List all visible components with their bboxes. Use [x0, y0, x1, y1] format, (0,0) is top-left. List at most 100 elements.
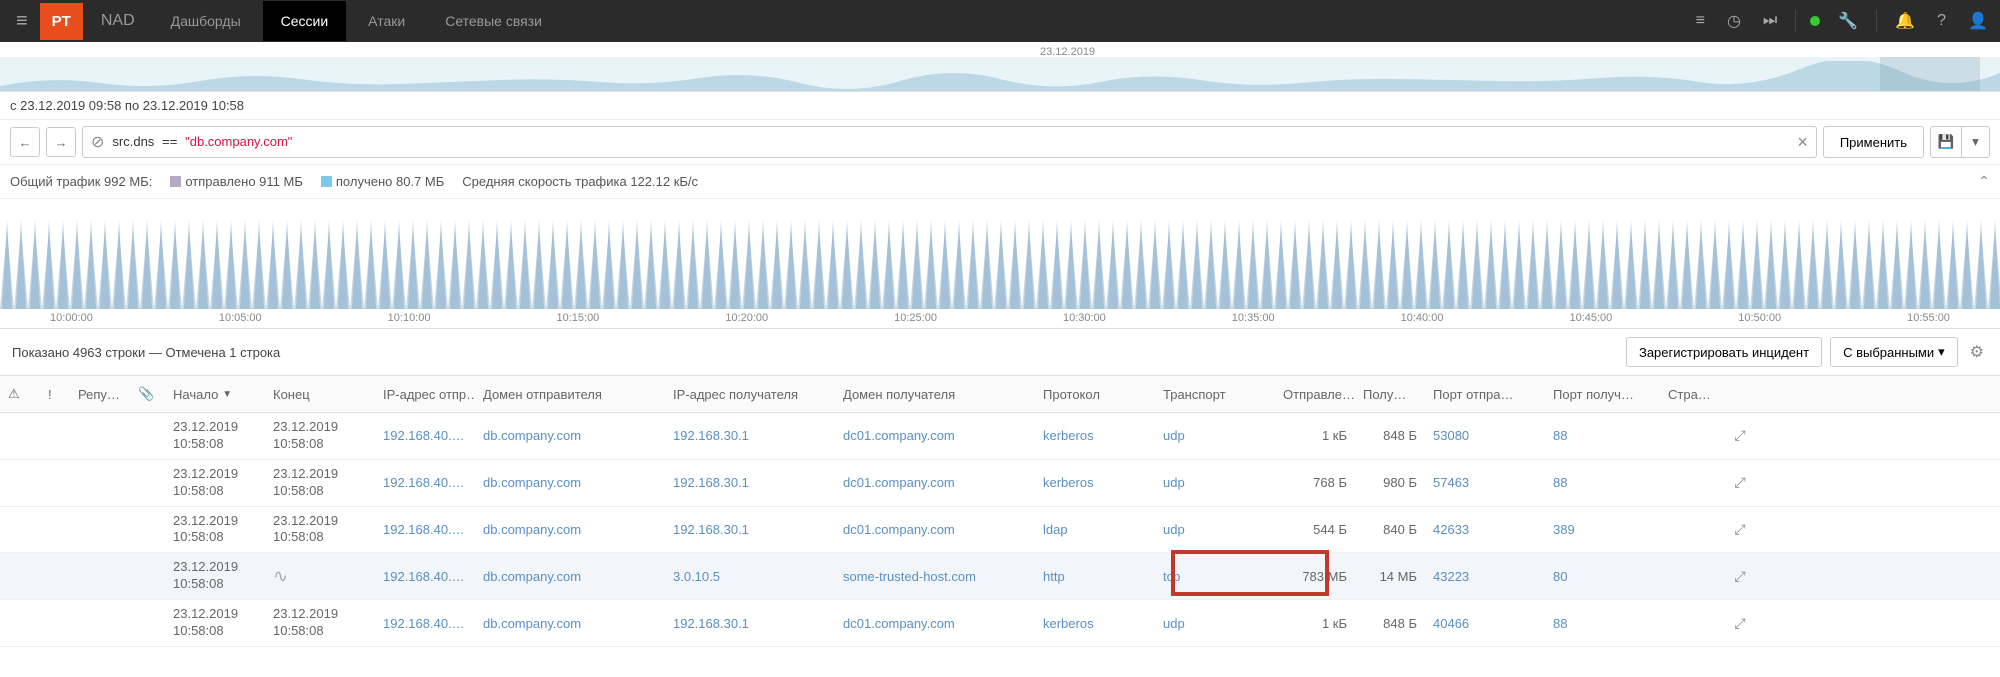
cell-dport[interactable]: 80	[1545, 559, 1660, 594]
wrench-icon[interactable]: 🔧	[1834, 7, 1862, 35]
col-sent[interactable]: Отправле…	[1275, 376, 1355, 412]
cell-expand[interactable]: ⤢	[1720, 464, 1760, 501]
col-trans[interactable]: Транспорт	[1155, 376, 1275, 412]
cell-proto[interactable]: ldap	[1035, 512, 1155, 547]
cell-srcip[interactable]: 192.168.40.…	[375, 512, 475, 547]
col-srcip[interactable]: IP-адрес отпр…	[375, 376, 475, 412]
cell-dstdom[interactable]: dc01.company.com	[835, 606, 1035, 641]
cell-sport[interactable]: 43223	[1425, 559, 1545, 594]
col-dstip[interactable]: IP-адрес получателя	[665, 376, 835, 412]
cell-dport[interactable]: 88	[1545, 418, 1660, 453]
cell-trans[interactable]: udp	[1155, 418, 1275, 453]
col-recv[interactable]: Полу…	[1355, 376, 1425, 412]
expand-icon[interactable]: ⤢	[1734, 474, 1745, 490]
cell-dstip[interactable]: 192.168.30.1	[665, 418, 835, 453]
cell-trans[interactable]: udp	[1155, 512, 1275, 547]
nav-connections[interactable]: Сетевые связи	[427, 1, 560, 41]
expand-icon[interactable]: ⤢	[1734, 568, 1745, 584]
collapse-chart-button[interactable]: ⌃	[1978, 173, 1990, 190]
cell-proto[interactable]: http	[1035, 559, 1155, 594]
cell-srcip[interactable]: 192.168.40.…	[375, 606, 475, 641]
cell-srcdom[interactable]: db.company.com	[475, 559, 665, 594]
logo[interactable]: PT	[40, 3, 83, 40]
cell-srcip[interactable]: 192.168.40.…	[375, 559, 475, 594]
cell-expand[interactable]: ⤢	[1720, 511, 1760, 548]
cell-dport[interactable]: 88	[1545, 465, 1660, 500]
cell-sport[interactable]: 42633	[1425, 512, 1545, 547]
col-start[interactable]: Начало▼	[165, 376, 265, 412]
expand-icon[interactable]: ⤢	[1734, 427, 1745, 443]
cell-proto[interactable]: kerberos	[1035, 418, 1155, 453]
cell-proto[interactable]: kerberos	[1035, 465, 1155, 500]
filter-input[interactable]: ⊘ src.dns == "db.company.com" ×	[82, 126, 1817, 158]
nav-forward-button[interactable]: →	[46, 127, 76, 157]
col-dstdom[interactable]: Домен получателя	[835, 376, 1035, 412]
cell-sport[interactable]: 40466	[1425, 606, 1545, 641]
cell-dstip[interactable]: 192.168.30.1	[665, 465, 835, 500]
cell-trans[interactable]: udp	[1155, 465, 1275, 500]
col-attach[interactable]: 📎	[130, 376, 165, 412]
col-warn[interactable]: ⚠	[0, 376, 40, 412]
nav-attacks[interactable]: Атаки	[350, 1, 423, 41]
cell-dstdom[interactable]: dc01.company.com	[835, 512, 1035, 547]
clock-icon[interactable]: ◷	[1723, 7, 1745, 35]
menu-icon[interactable]: ≡	[8, 2, 36, 41]
col-country[interactable]: Стра…	[1660, 376, 1720, 412]
col-end[interactable]: Конец	[265, 376, 375, 412]
cell-trans[interactable]: tcp	[1155, 559, 1275, 594]
cell-expand[interactable]: ⤢	[1720, 605, 1760, 642]
help-icon[interactable]: ?	[1933, 8, 1950, 34]
table-row[interactable]: 23.12.201910:58:08 23.12.201910:58:08 19…	[0, 600, 2000, 647]
col-sport[interactable]: Порт отпра…	[1425, 376, 1545, 412]
col-srcdom[interactable]: Домен отправителя	[475, 376, 665, 412]
cell-dport[interactable]: 389	[1545, 512, 1660, 547]
table-row[interactable]: 23.12.201910:58:08 23.12.201910:58:08 19…	[0, 413, 2000, 460]
cell-srcdom[interactable]: db.company.com	[475, 465, 665, 500]
cell-srcip[interactable]: 192.168.40.…	[375, 418, 475, 453]
expand-icon[interactable]: ⤢	[1734, 615, 1745, 631]
cell-dstip[interactable]: 192.168.30.1	[665, 606, 835, 641]
table-row[interactable]: 23.12.201910:58:08 23.12.201910:58:08 19…	[0, 507, 2000, 554]
register-incident-button[interactable]: Зарегистрировать инцидент	[1626, 337, 1822, 367]
bell-icon[interactable]: 🔔	[1891, 7, 1919, 35]
traffic-chart[interactable]: 10:00:0010:05:00 10:10:0010:15:00 10:20:…	[0, 199, 2000, 329]
cell-expand[interactable]: ⤢	[1720, 558, 1760, 595]
user-icon[interactable]: 👤	[1964, 7, 1992, 35]
cell-srcdom[interactable]: db.company.com	[475, 606, 665, 641]
col-reputation[interactable]: Репу…	[70, 376, 130, 412]
col-dport[interactable]: Порт получ…	[1545, 376, 1660, 412]
table-row[interactable]: 23.12.201910:58:08 23.12.201910:58:08 19…	[0, 460, 2000, 507]
nav-dashboards[interactable]: Дашборды	[153, 1, 259, 41]
cell-dstip[interactable]: 3.0.10.5	[665, 559, 835, 594]
col-excl[interactable]: !	[40, 376, 70, 412]
gear-icon[interactable]: ⚙	[1966, 338, 1988, 366]
cell-dstdom[interactable]: dc01.company.com	[835, 465, 1035, 500]
cell-trans[interactable]: udp	[1155, 606, 1275, 641]
expand-icon[interactable]: ⤢	[1734, 521, 1745, 537]
cell-dstdom[interactable]: dc01.company.com	[835, 418, 1035, 453]
save-filter-button[interactable]: 💾	[1930, 126, 1962, 158]
cell-srcdom[interactable]: db.company.com	[475, 418, 665, 453]
cell-excl	[40, 473, 70, 493]
cell-sport[interactable]: 53080	[1425, 418, 1545, 453]
with-selected-button[interactable]: С выбранными ▾	[1830, 337, 1958, 367]
col-proto[interactable]: Протокол	[1035, 376, 1155, 412]
cell-expand[interactable]: ⤢	[1720, 417, 1760, 454]
timeline-mini[interactable]: 23.12.2019	[0, 42, 2000, 92]
cell-dstip[interactable]: 192.168.30.1	[665, 512, 835, 547]
cell-dport[interactable]: 88	[1545, 606, 1660, 641]
cell-srcdom[interactable]: db.company.com	[475, 512, 665, 547]
cell-srcip[interactable]: 192.168.40.…	[375, 465, 475, 500]
cell-dstdom[interactable]: some-trusted-host.com	[835, 559, 1035, 594]
nav-back-button[interactable]: ←	[10, 127, 40, 157]
nav-sessions[interactable]: Сессии	[263, 1, 347, 41]
cell-proto[interactable]: kerberos	[1035, 606, 1155, 641]
table-row[interactable]: 23.12.201910:58:08 ∿ 192.168.40.… db.com…	[0, 553, 2000, 600]
timeline-selection[interactable]	[1880, 57, 1980, 91]
cell-sport[interactable]: 57463	[1425, 465, 1545, 500]
list-icon[interactable]: ≡	[1692, 8, 1709, 34]
clear-filter-button[interactable]: ×	[1797, 132, 1808, 153]
save-dropdown-button[interactable]: ▾	[1962, 126, 1990, 158]
apply-button[interactable]: Применить	[1823, 126, 1924, 158]
skip-icon[interactable]: ⏭	[1759, 8, 1781, 34]
